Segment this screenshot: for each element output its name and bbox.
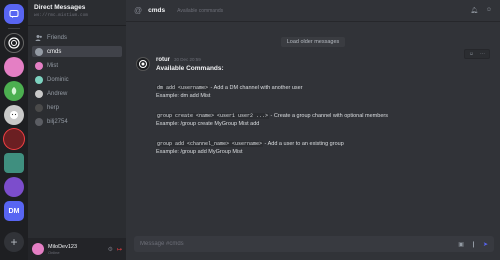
command-description: - Add a DM channel with another user bbox=[209, 85, 303, 91]
avatar bbox=[35, 103, 43, 112]
rail-separator bbox=[8, 28, 20, 29]
command-entry: group add <channel_name> <username> - Ad… bbox=[156, 140, 490, 156]
user-status: Online bbox=[48, 249, 60, 255]
sidebar-item-herp[interactable]: herp bbox=[32, 102, 122, 113]
sidebar-item-label: herp bbox=[47, 104, 60, 111]
user-avatar[interactable] bbox=[32, 243, 44, 255]
header-icons: 🔔︎ ☺ bbox=[470, 7, 492, 14]
main-chat: @ cmds Available commands 🔔︎ ☺ Load olde… bbox=[126, 0, 500, 260]
dm-sidebar: Direct Messages ws://rmc.mistium.com Fri… bbox=[28, 0, 126, 260]
rotur-logo-icon bbox=[139, 60, 147, 68]
avatar bbox=[35, 117, 43, 126]
sidebar-item-cmds[interactable]: cmds bbox=[32, 46, 122, 57]
sidebar-item-label: bilj2754 bbox=[47, 118, 68, 125]
sidebar-item-friends[interactable]: Friends bbox=[32, 32, 122, 43]
sidebar-header: Direct Messages ws://rmc.mistium.com bbox=[28, 0, 126, 26]
avatar bbox=[35, 89, 43, 98]
command-example: Example: dm add Mist bbox=[156, 93, 211, 99]
dm-list: Friends cmds Mist Dominic Andrew herp bi… bbox=[28, 26, 126, 133]
message-timestamp: 30 Dec 20:59 bbox=[174, 57, 201, 62]
avatar bbox=[35, 61, 43, 70]
face-icon bbox=[10, 111, 18, 119]
server-url: ws://rmc.mistium.com bbox=[34, 13, 89, 18]
swirl-logo-icon bbox=[8, 37, 20, 49]
chat-bubble-icon bbox=[9, 10, 19, 18]
send-icon[interactable]: ➤ bbox=[483, 241, 488, 248]
sidebar-item-label: cmds bbox=[47, 48, 62, 55]
avatar bbox=[35, 47, 43, 56]
settings-gear-icon[interactable]: ⚙ bbox=[108, 246, 113, 253]
server-icon-selected[interactable] bbox=[4, 129, 24, 149]
logout-icon[interactable]: ↦ bbox=[117, 246, 122, 253]
channel-header: @ cmds Available commands 🔔︎ ☺ bbox=[126, 0, 500, 22]
members-icon[interactable]: ☺ bbox=[486, 7, 492, 14]
sidebar-item-andrew[interactable]: Andrew bbox=[32, 88, 122, 99]
sidebar-title: Direct Messages bbox=[34, 4, 86, 11]
user-panel: MiloDev123 Online ⚙ ↦ bbox=[28, 238, 126, 260]
command-description: - Add a user to an existing group bbox=[263, 141, 344, 147]
sidebar-item-label: Andrew bbox=[47, 90, 68, 97]
friends-icon bbox=[35, 34, 42, 41]
home-button[interactable] bbox=[4, 4, 24, 24]
app-window: DM + Direct Messages ws://rmc.mistium.co… bbox=[0, 0, 500, 260]
message-header: rotur 30 Dec 20:59 bbox=[156, 57, 490, 63]
message-body: rotur 30 Dec 20:59 Available Commands: d… bbox=[156, 57, 490, 156]
load-older-button[interactable]: Load older messages bbox=[280, 37, 346, 47]
sidebar-item-label: Mist bbox=[47, 62, 58, 69]
author-avatar[interactable] bbox=[136, 57, 150, 71]
message-author[interactable]: rotur bbox=[156, 57, 170, 63]
server-icon[interactable] bbox=[4, 81, 24, 101]
command-code: dm add <username> bbox=[156, 85, 210, 91]
command-description: - Create a group channel with optional m… bbox=[269, 113, 388, 119]
message: rotur 30 Dec 20:59 Available Commands: d… bbox=[126, 49, 500, 156]
command-example: Example: /group add MyGroup Mist bbox=[156, 149, 243, 155]
command-entry: dm add <username> - Add a DM channel wit… bbox=[156, 84, 490, 100]
server-rail: DM + bbox=[0, 0, 28, 260]
server-icon[interactable] bbox=[4, 57, 24, 77]
leaf-icon bbox=[11, 87, 17, 95]
sidebar-item-dominic[interactable]: Dominic bbox=[32, 74, 122, 85]
image-icon[interactable]: ▣ bbox=[458, 241, 464, 248]
more-icon[interactable]: ⋯ bbox=[480, 51, 485, 57]
add-server-button[interactable]: + bbox=[4, 232, 24, 252]
server-dm[interactable]: DM bbox=[4, 201, 24, 221]
at-icon: @ bbox=[134, 6, 143, 15]
message-actions: ☺ ⋯ bbox=[463, 49, 490, 59]
command-entry: group create <name> <user1 user2 ...> - … bbox=[156, 112, 490, 128]
sidebar-item-mist[interactable]: Mist bbox=[32, 60, 122, 71]
bell-icon[interactable]: 🔔︎ bbox=[470, 7, 478, 14]
channel-name: cmds bbox=[148, 7, 166, 14]
sidebar-item-label: Friends bbox=[47, 34, 68, 41]
server-icon[interactable] bbox=[4, 177, 24, 197]
server-icon[interactable] bbox=[4, 105, 24, 125]
channel-description: Available commands bbox=[177, 7, 224, 14]
command-example: Example: /group create MyGroup Mist add bbox=[156, 121, 260, 127]
user-info: MiloDev123 Online bbox=[48, 244, 104, 255]
message-composer: ▣ ❙ ➤ bbox=[134, 236, 494, 252]
mic-icon[interactable]: ❙ bbox=[471, 241, 476, 248]
command-code: group add <channel_name> <username> bbox=[156, 141, 264, 147]
sidebar-item-bilj2754[interactable]: bilj2754 bbox=[32, 116, 122, 127]
server-icon[interactable] bbox=[4, 153, 24, 173]
message-input[interactable] bbox=[140, 241, 452, 247]
sidebar-item-label: Dominic bbox=[47, 76, 69, 83]
command-code: group create <name> <user1 user2 ...> bbox=[156, 113, 270, 119]
server-icon[interactable] bbox=[4, 33, 24, 53]
react-icon[interactable]: ☺ bbox=[469, 51, 474, 57]
message-title: Available Commands: bbox=[156, 65, 224, 72]
avatar bbox=[35, 75, 43, 84]
